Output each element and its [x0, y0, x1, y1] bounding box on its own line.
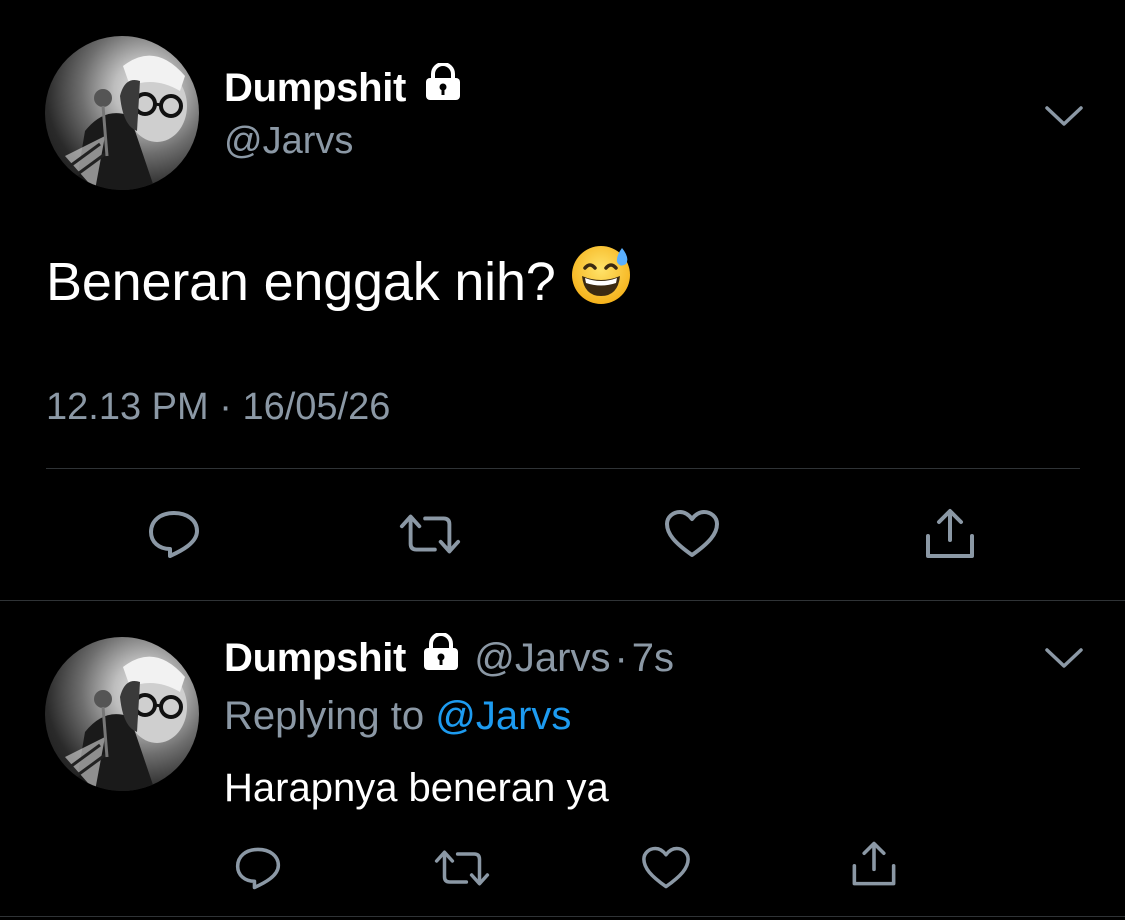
tweet-divider	[0, 600, 1125, 601]
tweet-date: 16/05/26	[242, 386, 391, 428]
tweet-text: Harapnya beneran ya	[224, 766, 609, 810]
divider	[46, 468, 1080, 469]
handle[interactable]: @Jarvs	[224, 120, 353, 163]
avatar[interactable]	[45, 36, 199, 190]
retweet-button[interactable]	[430, 836, 494, 900]
lock-icon	[421, 632, 461, 681]
reply-icon	[149, 511, 199, 558]
retweet-icon	[399, 514, 461, 554]
mention-link[interactable]: @Jarvs	[435, 694, 571, 738]
meta-separator: ·	[614, 636, 628, 680]
meta-separator: ·	[219, 386, 232, 428]
display-name[interactable]: Dumpshit	[224, 66, 406, 110]
handle[interactable]: @Jarvs	[474, 636, 610, 680]
share-icon	[852, 841, 896, 886]
share-button[interactable]	[918, 502, 982, 566]
avatar-image	[65, 55, 187, 190]
replying-to-label: Replying to	[224, 694, 425, 738]
tweet-time: 12.13 PM	[46, 386, 209, 428]
grinning-face-with-sweat-icon	[570, 244, 632, 319]
reply-button[interactable]	[142, 502, 206, 566]
retweet-icon	[434, 850, 490, 886]
retweet-button[interactable]	[398, 502, 462, 566]
reply-icon	[235, 847, 281, 890]
chevron-down-icon[interactable]	[1044, 644, 1084, 672]
avatar[interactable]	[45, 637, 199, 791]
chevron-down-icon[interactable]	[1044, 102, 1084, 130]
tweet-text: Beneran enggak nih?	[46, 252, 556, 312]
avatar-image	[65, 656, 187, 791]
display-name[interactable]: Dumpshit	[224, 636, 406, 680]
bottom-divider	[0, 916, 1125, 917]
heart-icon	[665, 510, 719, 557]
reply-button[interactable]	[226, 836, 290, 900]
like-button[interactable]	[660, 502, 724, 566]
share-button[interactable]	[842, 832, 906, 896]
heart-icon	[642, 846, 690, 889]
share-icon	[926, 509, 974, 558]
like-button[interactable]	[634, 836, 698, 900]
tweet-age: 7s	[631, 636, 675, 680]
lock-icon	[423, 62, 463, 111]
